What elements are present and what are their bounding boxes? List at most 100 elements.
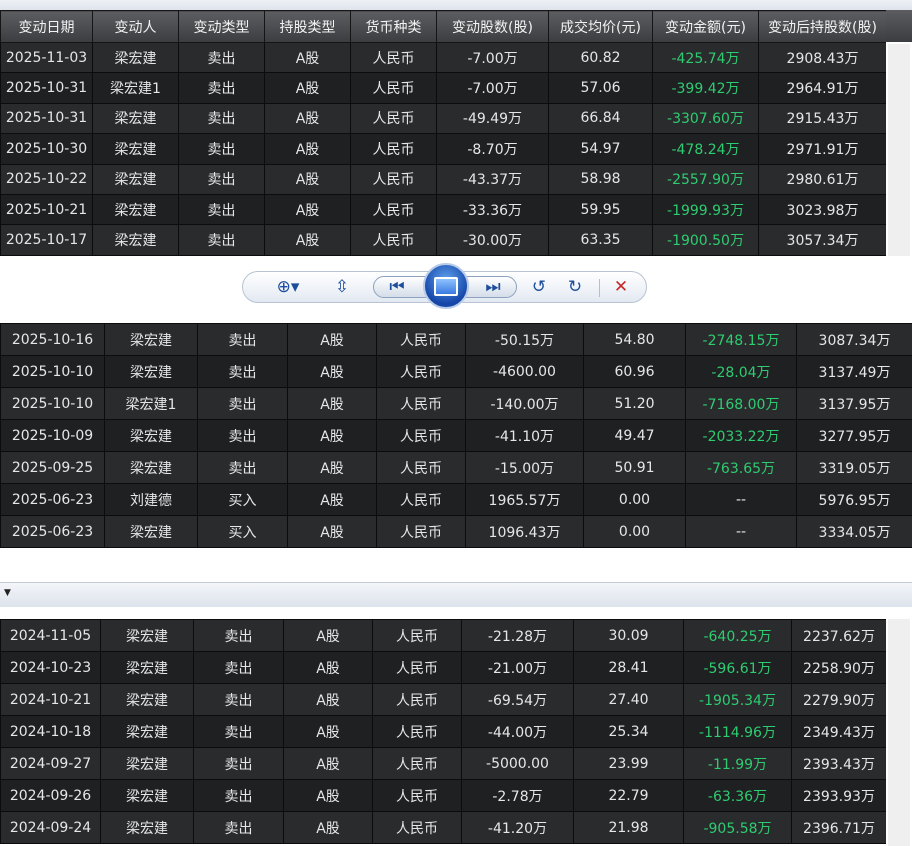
cell-share-type: A股: [264, 133, 351, 165]
cell-amount: -425.74万: [652, 41, 759, 74]
table-row[interactable]: 2024-09-24 梁宏建 卖出 A股 人民币 -41.20万 21.98 -905.58万…: [0, 811, 887, 844]
cell-currency: 人民币: [350, 41, 437, 74]
table-row[interactable]: 2024-10-18 梁宏建 卖出 A股 人民币 -44.00万 25.34 -1114.96…: [0, 715, 887, 748]
cell-date: 2024-09-24: [0, 811, 101, 844]
vertical-scrollbar[interactable]: [888, 44, 910, 256]
cell-shares-after: 2393.93万: [791, 779, 887, 812]
cell-currency: 人民币: [350, 224, 437, 256]
table-row[interactable]: 2025-10-09 梁宏建 卖出 A股 人民币 -41.10万 49.47 -2033.22…: [0, 419, 912, 452]
cell-person: 梁宏建1: [92, 72, 179, 104]
table-row[interactable]: 2025-10-31 梁宏建 卖出 A股 人民币 -49.49万 66.84 -3307.60…: [0, 102, 887, 135]
table-row[interactable]: 2025-06-23 刘建德 买入 A股 人民币 1965.57万 0.00 -- 5976.9…: [0, 483, 912, 516]
next-image-icon[interactable]: ⏭: [479, 272, 507, 302]
cell-shares-changed: -44.00万: [461, 715, 574, 748]
cell-shares-changed: -15.00万: [465, 451, 584, 484]
table-row[interactable]: 2024-10-23 梁宏建 卖出 A股 人民币 -21.00万 28.41 -596.61万…: [0, 651, 887, 684]
cell-person: 梁宏建: [92, 224, 179, 256]
cell-shares-after: 2393.43万: [791, 747, 887, 780]
cell-currency: 人民币: [376, 515, 466, 548]
cell-change-type: 买入: [197, 515, 288, 548]
cell-amount: -905.58万: [683, 811, 792, 844]
delete-icon[interactable]: ✕: [607, 272, 635, 302]
image-viewer-toolbar: ⊕▾ ⇳ ⏮ ⏭ ↺ ↻ ✕: [242, 263, 647, 309]
cell-date: 2025-10-21: [0, 193, 93, 226]
cell-shares-changed: -7.00万: [436, 41, 549, 74]
cell-change-type: 卖出: [178, 72, 265, 104]
table-row[interactable]: 2025-09-25 梁宏建 卖出 A股 人民币 -15.00万 50.91 -763.65万…: [0, 451, 912, 484]
table-row[interactable]: 2025-10-10 梁宏建 卖出 A股 人民币 -4600.00 60.96 -28.04万…: [0, 355, 912, 388]
cell-shares-changed: -30.00万: [436, 224, 549, 256]
cell-avg-price: 0.00: [583, 483, 686, 516]
table-right-gutter-bottom: [886, 619, 912, 846]
cell-date: 2024-10-21: [0, 683, 101, 716]
table-row[interactable]: 2024-09-26 梁宏建 卖出 A股 人民币 -2.78万 22.79 -63.36万 23…: [0, 779, 887, 812]
cell-avg-price: 54.80: [583, 323, 686, 356]
cell-date: 2025-10-22: [0, 163, 93, 195]
cell-avg-price: 50.91: [583, 451, 686, 484]
cell-currency: 人民币: [376, 483, 466, 516]
col-header-currency[interactable]: 货币种类: [350, 10, 437, 43]
slideshow-icon[interactable]: [423, 263, 469, 309]
fit-window-icon[interactable]: ⇳: [327, 272, 357, 302]
cell-currency: 人民币: [376, 387, 466, 420]
cell-date: 2025-11-03: [0, 41, 93, 74]
cell-share-type: A股: [283, 651, 373, 684]
cell-change-type: 卖出: [178, 224, 265, 256]
previous-image-icon[interactable]: ⏮: [383, 272, 411, 302]
cell-date: 2025-10-31: [0, 102, 93, 135]
cell-shares-changed: -5000.00: [461, 747, 574, 780]
cell-change-type: 卖出: [193, 619, 284, 652]
cell-currency: 人民币: [350, 102, 437, 135]
col-header-avg-price[interactable]: 成交均价(元): [548, 10, 653, 43]
cell-date: 2024-09-26: [0, 779, 101, 812]
table-row[interactable]: 2024-09-27 梁宏建 卖出 A股 人民币 -5000.00 23.99 -11.99万…: [0, 747, 887, 780]
rotate-left-icon[interactable]: ↺: [525, 272, 553, 302]
cell-shares-after: 5976.95万: [796, 483, 912, 516]
dropdown-caret-icon[interactable]: ▼: [4, 588, 11, 598]
cell-currency: 人民币: [372, 651, 462, 684]
vertical-scrollbar-bottom[interactable]: [888, 619, 910, 846]
cell-shares-after: 3137.95万: [796, 387, 912, 420]
cell-share-type: A股: [287, 483, 377, 516]
col-header-date[interactable]: 变动日期: [0, 10, 93, 43]
table-row[interactable]: 2025-11-03 梁宏建 卖出 A股 人民币 -7.00万 60.82 -425.74万 2…: [0, 41, 887, 74]
table-row[interactable]: 2025-10-17 梁宏建 卖出 A股 人民币 -30.00万 63.35 -1900.50…: [0, 224, 887, 256]
cell-person: 梁宏建: [104, 419, 198, 452]
cell-shares-after: 2258.90万: [791, 651, 887, 684]
col-header-person[interactable]: 变动人: [92, 10, 179, 43]
cell-shares-changed: -33.36万: [436, 193, 549, 226]
table-row[interactable]: 2025-10-21 梁宏建 卖出 A股 人民币 -33.36万 59.95 -1999.93…: [0, 193, 887, 226]
table-row[interactable]: 2024-11-05 梁宏建 卖出 A股 人民币 -21.28万 30.09 -640.25万…: [0, 619, 887, 652]
zoom-in-icon[interactable]: ⊕▾: [271, 272, 305, 302]
cell-share-type: A股: [287, 419, 377, 452]
col-header-amount[interactable]: 变动金额(元): [652, 10, 759, 43]
table-row[interactable]: 2025-10-22 梁宏建 卖出 A股 人民币 -43.37万 58.98 -2557.90…: [0, 163, 887, 195]
cell-shares-changed: -7.00万: [436, 72, 549, 104]
cell-shares-changed: -41.10万: [465, 419, 584, 452]
cell-avg-price: 21.98: [573, 811, 684, 844]
cell-change-type: 卖出: [193, 747, 284, 780]
rotate-right-icon[interactable]: ↻: [561, 272, 589, 302]
table-row[interactable]: 2025-10-31 梁宏建1 卖出 A股 人民币 -7.00万 57.06 -399.42万…: [0, 72, 887, 104]
cell-share-type: A股: [283, 619, 373, 652]
cell-share-type: A股: [287, 323, 377, 356]
table-row[interactable]: 2025-10-16 梁宏建 卖出 A股 人民币 -50.15万 54.80 -2748.15…: [0, 323, 912, 356]
col-header-change-type[interactable]: 变动类型: [178, 10, 265, 43]
cell-avg-price: 28.41: [573, 651, 684, 684]
table-row[interactable]: 2025-10-10 梁宏建1 卖出 A股 人民币 -140.00万 51.20 -7168.…: [0, 387, 912, 420]
table-header-row: 变动日期 变动人 变动类型 持股类型 货币种类 变动股数(股) 成交均价(元) …: [0, 10, 887, 43]
col-header-share-type[interactable]: 持股类型: [264, 10, 351, 43]
table-row[interactable]: 2025-10-30 梁宏建 卖出 A股 人民币 -8.70万 54.97 -478.24万 2…: [0, 133, 887, 165]
cell-amount: -478.24万: [652, 133, 759, 165]
col-header-shares-changed[interactable]: 变动股数(股): [436, 10, 549, 43]
cell-avg-price: 57.06: [548, 72, 653, 104]
cell-share-type: A股: [283, 715, 373, 748]
table-row[interactable]: 2024-10-21 梁宏建 卖出 A股 人民币 -69.54万 27.40 -1905.34…: [0, 683, 887, 716]
col-header-shares-after[interactable]: 变动后持股数(股): [758, 10, 887, 43]
cell-change-type: 卖出: [197, 387, 288, 420]
table-right-gutter: [886, 10, 912, 256]
table-row[interactable]: 2025-06-23 梁宏建 买入 A股 人民币 1096.43万 0.00 -- 3334.0…: [0, 515, 912, 548]
cell-change-type: 买入: [197, 483, 288, 516]
collapsed-filter-bar[interactable]: ▼: [0, 582, 912, 608]
cell-shares-changed: -50.15万: [465, 323, 584, 356]
